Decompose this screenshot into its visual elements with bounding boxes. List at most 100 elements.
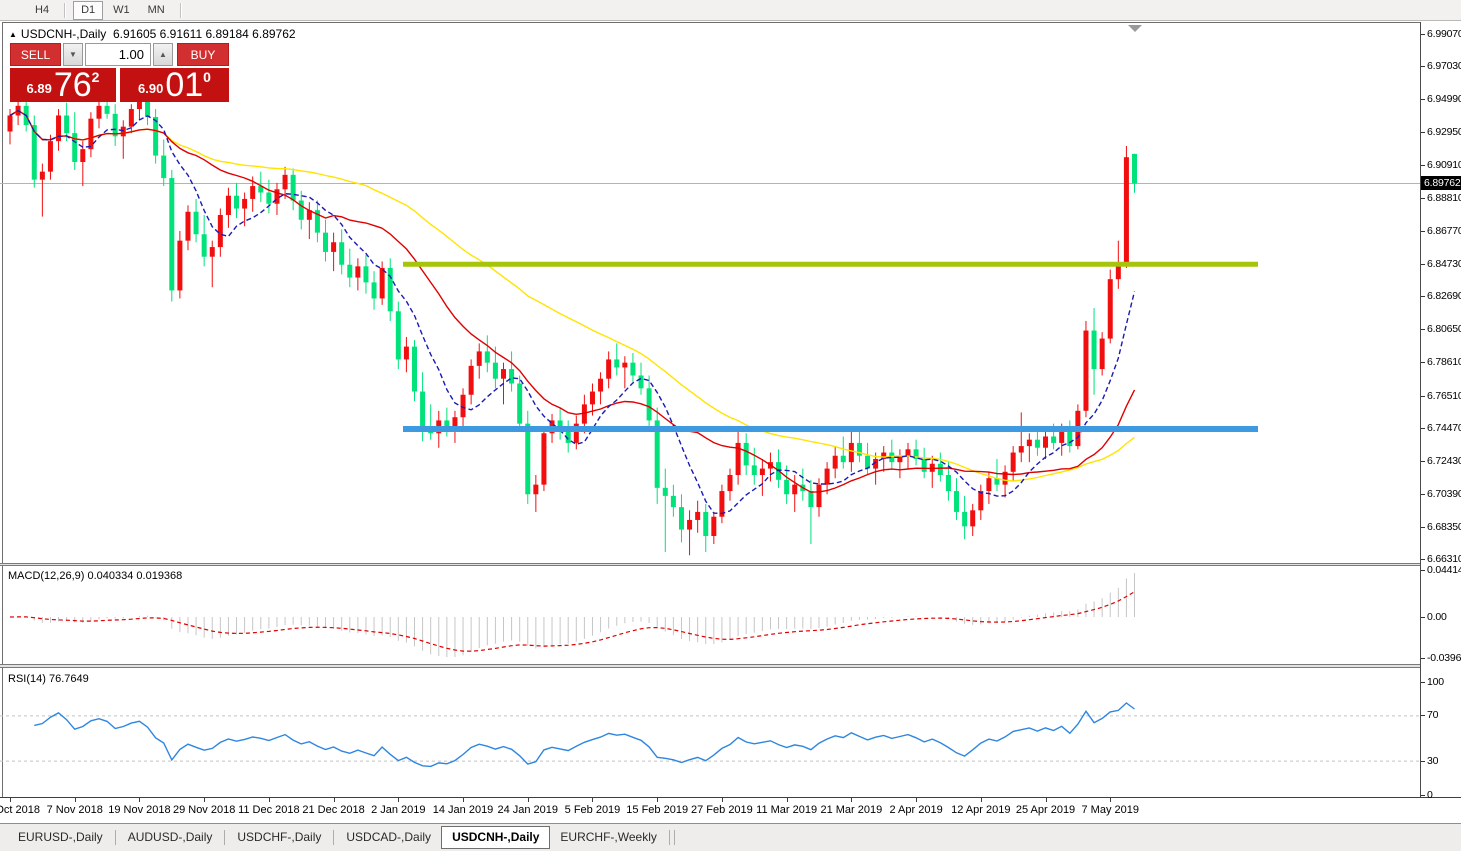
rsi-line xyxy=(34,703,1134,766)
timeframe-toolbar: H4 D1W1MN xyxy=(0,0,1461,21)
candle-body xyxy=(218,215,223,247)
chart-tab-eurusd[interactable]: EURUSD-,Daily xyxy=(8,827,113,848)
price-chart-pane[interactable] xyxy=(0,23,1420,563)
rsi-axis-label: 0 xyxy=(1427,789,1433,801)
time-axis-tick xyxy=(722,798,723,802)
timeframe-button-h4[interactable]: H4 xyxy=(27,1,57,20)
candle-body xyxy=(825,469,830,485)
candle-body xyxy=(113,114,118,136)
price-axis-label: 6.94990 xyxy=(1427,93,1461,105)
candle-body xyxy=(841,456,846,462)
macd-indicator-label: MACD(12,26,9) 0.040334 0.019368 xyxy=(8,570,182,582)
timeframe-button-w1[interactable]: W1 xyxy=(105,1,138,20)
buy-quote-panel[interactable]: 6.90 01 0 xyxy=(120,68,229,102)
candle-body xyxy=(905,449,910,455)
candle-body xyxy=(88,119,93,149)
time-axis-tick xyxy=(592,798,593,802)
candle-body xyxy=(857,443,862,456)
candle-body xyxy=(339,242,344,264)
candle-body xyxy=(663,488,668,496)
candle-body xyxy=(639,375,644,388)
tab-separator xyxy=(669,830,670,845)
rsi-axis-label: 70 xyxy=(1427,709,1438,721)
candle-body xyxy=(250,186,255,199)
macd-signal-line xyxy=(10,592,1135,651)
candle-body xyxy=(8,115,13,131)
volume-increase-button[interactable]: ▲ xyxy=(153,43,173,66)
chart-tab-audusd[interactable]: AUDUSD-,Daily xyxy=(118,827,223,848)
chart-tab-usdcad[interactable]: USDCAD-,Daily xyxy=(336,827,441,848)
time-axis-tick xyxy=(916,798,917,802)
volume-input[interactable] xyxy=(85,43,151,66)
candle-body xyxy=(525,424,530,495)
candle-body xyxy=(744,443,749,465)
price-axis-label: 6.82690 xyxy=(1427,290,1461,302)
rsi-pane[interactable] xyxy=(0,668,1420,797)
candle-body xyxy=(210,247,215,257)
candle-body xyxy=(372,282,377,298)
current-price-tag: 6.89762 xyxy=(1421,176,1461,190)
candle-body xyxy=(509,369,514,383)
macd-pane[interactable] xyxy=(0,566,1420,664)
candle-body xyxy=(679,507,684,529)
candle-body xyxy=(291,175,296,201)
candle-body xyxy=(647,388,652,420)
candle-body xyxy=(849,443,854,462)
price-axis-label: 6.72430 xyxy=(1427,455,1461,467)
fast-ma-line xyxy=(10,111,1135,514)
time-axis-tick xyxy=(334,798,335,802)
candle-body xyxy=(590,392,595,405)
volume-decrease-button[interactable]: ▼ xyxy=(63,43,83,66)
chart-tab-bar: EURUSD-,DailyAUDUSD-,DailyUSDCHF-,DailyU… xyxy=(0,823,1461,851)
candle-body xyxy=(533,485,538,495)
chart-tab-usdcnh[interactable]: USDCNH-,Daily xyxy=(441,826,550,849)
tab-separator xyxy=(674,830,675,845)
time-axis-tick xyxy=(269,798,270,802)
candle-body xyxy=(266,193,271,204)
candle-body xyxy=(105,106,110,114)
candle-body xyxy=(833,456,838,469)
candle-body xyxy=(703,512,708,536)
timeframe-button-mn[interactable]: MN xyxy=(140,1,173,20)
ohlc-values: 6.91605 6.91611 6.89184 6.89762 xyxy=(113,27,296,41)
candle-body xyxy=(606,359,611,378)
chart-tab-usdchf[interactable]: USDCHF-,Daily xyxy=(227,827,331,848)
candle-body xyxy=(541,433,546,484)
candle-body xyxy=(177,241,182,291)
sell-quote-panel[interactable]: 6.89 76 2 xyxy=(10,68,116,102)
sell-button[interactable]: SELL xyxy=(10,43,61,66)
candle-body xyxy=(938,464,943,475)
candle-body xyxy=(1132,154,1137,184)
chart-tab-eurchf[interactable]: EURCHF-,Weekly xyxy=(550,827,666,848)
candle-body xyxy=(1027,440,1032,446)
buy-button[interactable]: BUY xyxy=(177,43,229,66)
candle-body xyxy=(396,311,401,359)
candle-body xyxy=(817,485,822,507)
timeframe-buttons: H4 D1W1MN xyxy=(26,1,188,20)
toolbar-separator xyxy=(64,3,66,18)
timeframe-button-d1[interactable]: D1 xyxy=(73,1,103,20)
candle-body xyxy=(40,172,45,180)
rsi-axis-label: 30 xyxy=(1427,755,1438,767)
toolbar-separator xyxy=(180,3,182,18)
price-axis-label: 6.97030 xyxy=(1427,60,1461,72)
candle-body xyxy=(323,233,328,252)
macd-axis-label: -0.03964 xyxy=(1427,652,1461,664)
one-click-trading-panel: SELL ▼ ▲ BUY 6.89 76 2 6.90 01 0 xyxy=(10,43,229,102)
tab-separator xyxy=(333,830,334,845)
candle-body xyxy=(48,141,53,171)
candle-body xyxy=(962,512,967,526)
collapse-triangle-icon[interactable]: ▲ xyxy=(9,30,17,39)
time-axis-tick xyxy=(851,798,852,802)
time-axis[interactable]: 26 Oct 20187 Nov 201819 Nov 201829 Nov 2… xyxy=(0,797,1461,823)
candle-body xyxy=(388,268,393,311)
candle-body xyxy=(598,379,603,392)
candle-body xyxy=(1083,331,1088,411)
candle-body xyxy=(784,480,789,494)
chart-shift-marker-icon[interactable] xyxy=(1128,25,1142,32)
time-axis-tick xyxy=(204,798,205,802)
buy-price-pips: 01 xyxy=(165,69,203,101)
candle-body xyxy=(169,178,174,290)
rsi-axis-label: 100 xyxy=(1427,676,1444,688)
sell-price-point: 2 xyxy=(92,69,100,85)
